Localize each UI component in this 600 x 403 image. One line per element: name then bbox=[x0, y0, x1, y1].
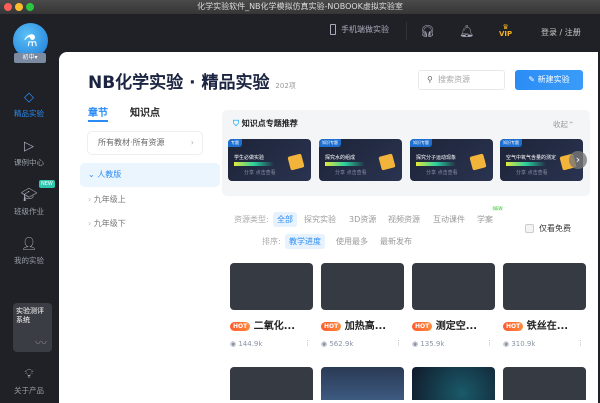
grade-selector[interactable]: 初中▾ bbox=[14, 53, 46, 63]
experiment-thumbnail bbox=[321, 263, 404, 310]
more-options-icon[interactable]: ⋮ bbox=[486, 339, 493, 347]
tab-knowledge-points[interactable]: 知识点 bbox=[130, 104, 160, 119]
item-count: 202项 bbox=[275, 82, 296, 90]
diamond-icon: ◇ bbox=[24, 90, 34, 105]
search-icon: ⚲ bbox=[427, 75, 433, 84]
shield-icon: ⛉ bbox=[233, 119, 239, 128]
checkbox[interactable] bbox=[525, 224, 534, 233]
search-input[interactable]: ⚲ 搜索资源 bbox=[418, 70, 505, 90]
sidebar-item-class-homework[interactable]: 🎓︎ 班级作业 bbox=[0, 188, 58, 217]
experiment-thumbnail[interactable] bbox=[230, 367, 313, 400]
type-video[interactable]: 视频资源 bbox=[384, 212, 424, 227]
carousel-next-button[interactable]: › bbox=[569, 151, 587, 169]
mobile-experiment-link[interactable]: 手机端做实验 bbox=[330, 24, 389, 35]
more-options-icon[interactable]: ⋮ bbox=[304, 339, 311, 347]
maximize-window-button[interactable] bbox=[26, 3, 34, 11]
graduation-cap-icon: 🎓︎ bbox=[20, 188, 38, 203]
more-options-icon[interactable]: ⋮ bbox=[577, 339, 584, 347]
eye-icon: ◉ bbox=[321, 340, 328, 348]
page-title: NB化学实验 · 精品实验 202项 bbox=[88, 73, 296, 93]
chevron-down-icon: ⌄ bbox=[88, 170, 95, 179]
divider bbox=[406, 22, 407, 40]
chart-wave-icon: 〰 bbox=[34, 336, 47, 350]
type-all[interactable]: 全部 bbox=[273, 212, 297, 227]
free-only-checkbox[interactable]: 仅看免费 bbox=[525, 223, 571, 234]
experiment-evaluation-system-button[interactable]: 实验测评系统〰 bbox=[13, 303, 52, 352]
eye-icon: ◉ bbox=[230, 340, 237, 348]
minimize-window-button[interactable] bbox=[15, 3, 23, 11]
tree-item-pep-edition[interactable]: ⌄ 人教版 bbox=[80, 163, 220, 187]
login-register-link[interactable]: 登录 / 注册 bbox=[541, 27, 581, 38]
lightbulb-icon: 💡︎ bbox=[24, 367, 34, 382]
chevron-right-icon: › bbox=[88, 219, 92, 228]
new-badge: NEW bbox=[39, 180, 55, 188]
chevron-right-icon: › bbox=[88, 195, 92, 204]
eye-icon: ◉ bbox=[412, 340, 419, 348]
experiment-card[interactable]: HOT 铁丝在... ◉ 310.9k ⋮ bbox=[503, 263, 586, 348]
experiment-thumbnail bbox=[503, 263, 586, 310]
new-badge: NEW bbox=[492, 206, 504, 211]
sidebar-item-lesson-center[interactable]: ▷ 课例中心 bbox=[0, 139, 58, 168]
sidebar-item-my-experiments[interactable]: 👤︎ 我的实验 bbox=[0, 237, 58, 266]
type-courseware[interactable]: 互动课件 bbox=[429, 212, 469, 227]
edit-icon: ✎ bbox=[528, 75, 536, 84]
user-icon: 👤︎ bbox=[20, 237, 38, 252]
experiment-thumbnail[interactable] bbox=[412, 367, 495, 400]
sort-teaching-progress[interactable]: 教学进度 bbox=[285, 234, 325, 249]
chevron-up-icon: ⌃ bbox=[568, 120, 575, 129]
experiment-card[interactable]: HOT 二氧化... ◉ 144.9k ⋮ bbox=[230, 263, 313, 348]
experiment-thumbnail bbox=[412, 263, 495, 310]
resource-type-filter: 资源类型: 全部 探究实验 3D资源 视频资源 互动课件 学案 NEW bbox=[230, 206, 540, 227]
sidebar-item-about[interactable]: 💡︎ 关于产品 bbox=[0, 367, 58, 396]
experiment-thumbnail[interactable] bbox=[503, 367, 586, 400]
sort-latest[interactable]: 最新发布 bbox=[376, 234, 416, 249]
support-headset-icon[interactable]: 🎧︎ bbox=[420, 24, 435, 38]
experiment-thumbnail[interactable] bbox=[321, 367, 404, 400]
collapse-button[interactable]: 收起⌃ bbox=[553, 119, 574, 130]
experiment-thumbnail bbox=[230, 263, 313, 310]
eye-icon: ◉ bbox=[503, 340, 510, 348]
experiment-card[interactable]: HOT 测定空... ◉ 135.9k ⋮ bbox=[412, 263, 495, 348]
phone-icon bbox=[330, 24, 336, 35]
sort-most-used[interactable]: 使用最多 bbox=[332, 234, 372, 249]
window-titlebar: 化学实验软件_NB化学模拟仿真实验-NOBOOK虚拟实验室 bbox=[0, 0, 600, 14]
type-study-plan[interactable]: 学案 bbox=[473, 212, 497, 227]
tab-chapters[interactable]: 章节 bbox=[88, 104, 108, 122]
textbook-filter-selector[interactable]: 所有教材·所有资源 › bbox=[87, 131, 203, 155]
tree-item-grade9-second[interactable]: › 九年级下 bbox=[88, 218, 126, 229]
video-play-icon: ▷ bbox=[24, 139, 34, 154]
sort-filter: 排序: 教学进度 使用最多 最新发布 bbox=[258, 234, 458, 249]
chevron-right-icon: › bbox=[190, 138, 194, 147]
more-options-icon[interactable]: ⋮ bbox=[395, 339, 402, 347]
chevron-right-icon: › bbox=[575, 153, 581, 166]
bell-icon[interactable]: 🔔︎ bbox=[459, 24, 474, 38]
recommend-title: ⛉ 知识点专题推荐 bbox=[233, 119, 298, 128]
close-window-button[interactable] bbox=[4, 3, 12, 11]
experiment-card[interactable]: HOT 加热高... ◉ 562.9k ⋮ bbox=[321, 263, 404, 348]
new-experiment-button[interactable]: ✎ 新建实验 bbox=[515, 70, 583, 90]
window-title: 化学实验软件_NB化学模拟仿真实验-NOBOOK虚拟实验室 bbox=[197, 2, 403, 11]
tree-item-grade9-first[interactable]: › 九年级上 bbox=[88, 194, 126, 205]
type-inquiry[interactable]: 探究实验 bbox=[300, 212, 340, 227]
vip-button[interactable]: ♛ VIP bbox=[499, 24, 512, 38]
sidebar-item-premium-experiments[interactable]: ◇ 精品实验 bbox=[0, 90, 58, 119]
type-3d[interactable]: 3D资源 bbox=[345, 212, 380, 227]
